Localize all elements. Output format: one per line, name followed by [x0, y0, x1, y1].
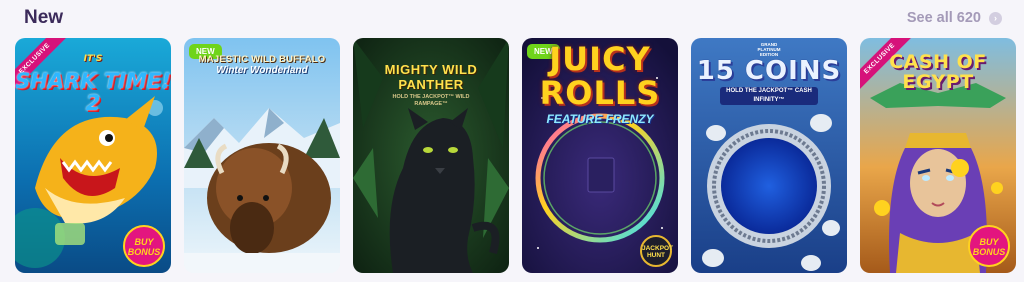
game-subtitle: FEATURE FRENZY: [546, 112, 654, 126]
chevron-right-icon: ›: [989, 11, 1002, 25]
game-carousel: EXCLUSIVE IT'S SHARK TIME! 2 BUY BONUS N…: [15, 38, 1016, 273]
game-subtitle: HOLD THE JACKPOT™ WILD RAMPAGE™: [392, 94, 470, 107]
game-tile-15-coins[interactable]: GRAND PLATINUM EDITION 15 COINS HOLD THE…: [691, 38, 847, 273]
see-all-label: See all 620: [906, 10, 981, 26]
game-subtitle: HOLD THE JACKPOT™ CASH INFINITY™: [720, 87, 818, 105]
game-title: JUICY ROLLS FEATURE FRENZY: [522, 42, 678, 126]
game-title-main: JUICY ROLLS: [539, 40, 661, 112]
game-title: IT'S SHARK TIME! 2: [15, 48, 171, 114]
jackpot-hunt-badge: JACKPOT HUNT: [640, 235, 673, 267]
game-title-main: 15 COINS: [696, 56, 842, 86]
game-tile-mighty-wild-panther[interactable]: MIGHTY WILD PANTHER HOLD THE JACKPOT™ WI…: [353, 38, 509, 273]
see-all-link[interactable]: See all 620 ›: [907, 10, 1002, 26]
game-title-main: CASH OF EGYPT: [889, 51, 987, 93]
game-title: MAJESTIC WILD BUFFALO Winter Wonderland: [184, 54, 340, 76]
game-tile-cash-of-egypt[interactable]: EXCLUSIVE CASH OF EGYPT BUY BONUS: [860, 38, 1016, 273]
section-title: New: [24, 7, 64, 28]
game-title: GRAND PLATINUM EDITION 15 COINS HOLD THE…: [691, 42, 847, 105]
game-title-main: MAJESTIC WILD BUFFALO: [198, 54, 326, 65]
game-subtitle: Winter Wonderland: [216, 65, 308, 76]
game-title-edition: GRAND PLATINUM EDITION: [757, 42, 781, 57]
game-title-main: MIGHTY WILD PANTHER: [384, 62, 478, 92]
game-title-main: SHARK TIME! 2: [15, 69, 171, 115]
game-title: CASH OF EGYPT: [860, 52, 1016, 92]
game-tile-shark-time[interactable]: EXCLUSIVE IT'S SHARK TIME! 2 BUY BONUS: [15, 38, 171, 273]
buy-bonus-badge: BUY BONUS: [968, 225, 1010, 267]
game-title: MIGHTY WILD PANTHER HOLD THE JACKPOT™ WI…: [353, 62, 509, 108]
buy-bonus-badge: BUY BONUS: [123, 225, 165, 267]
game-tile-juicy-rolls[interactable]: NEW JUICY ROLLS FEATURE FRENZY JACKPOT H…: [522, 38, 678, 273]
game-title-prefix: IT'S: [83, 54, 103, 64]
section-header: New See all 620 ›: [24, 6, 1002, 30]
game-tile-majestic-wild-buffalo[interactable]: NEW MAJESTIC WILD BUFFALO Winter Wonderl…: [184, 38, 340, 273]
